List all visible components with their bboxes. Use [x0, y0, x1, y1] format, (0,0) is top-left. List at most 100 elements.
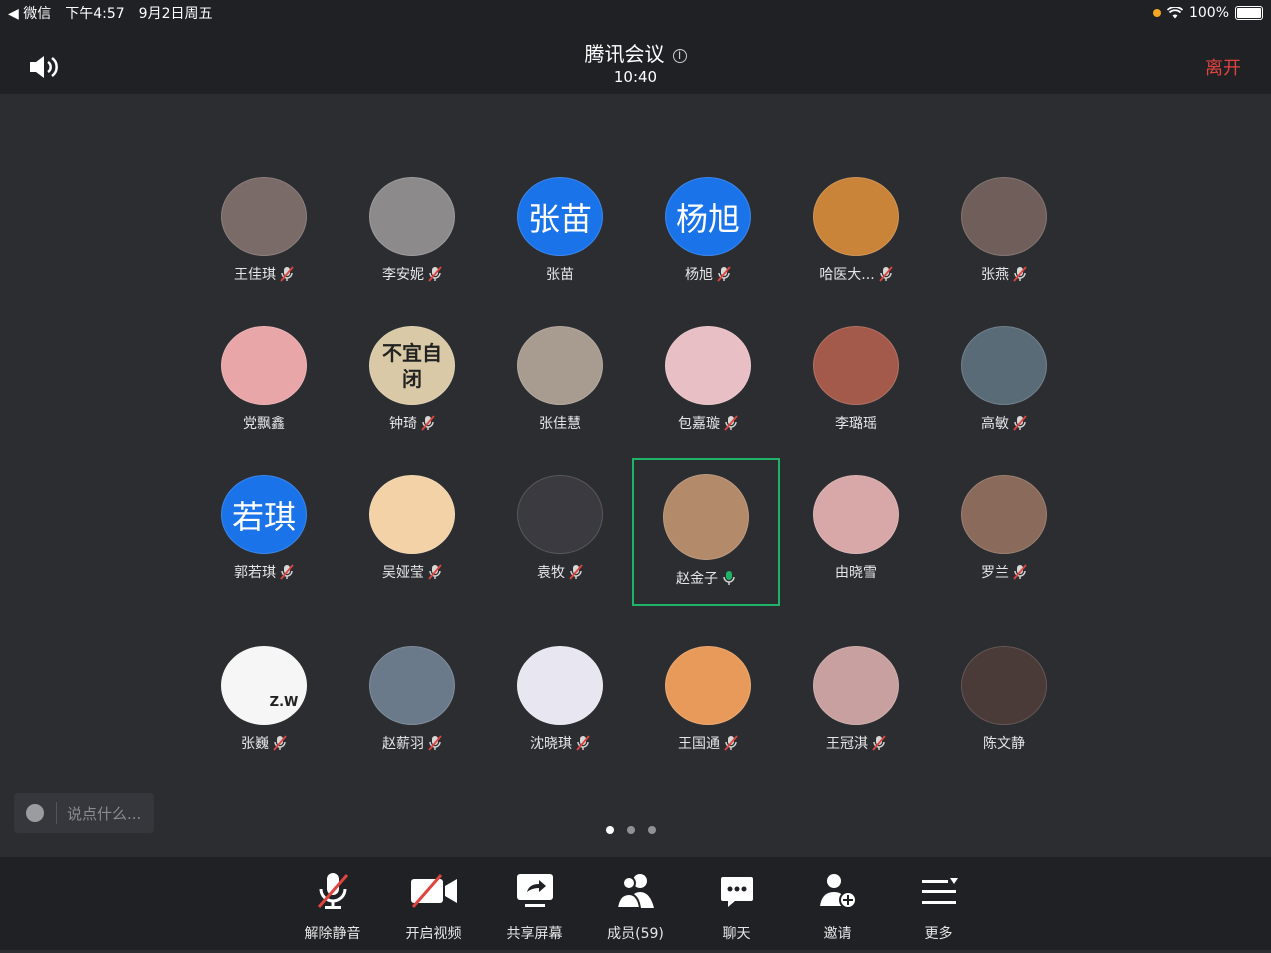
participant-tile[interactable]: 包嘉璇	[634, 317, 782, 433]
share-screen-button[interactable]: 共享屏幕	[505, 857, 565, 950]
mic-muted-icon	[576, 735, 590, 751]
status-time: 下午4:57	[65, 6, 125, 22]
avatar[interactable]	[813, 177, 899, 256]
avatar-initials: 若琪	[231, 497, 296, 536]
chat-input[interactable]: 说点什么...	[14, 793, 154, 833]
participant-name: 李璐瑶	[835, 413, 877, 433]
avatar[interactable]	[221, 326, 307, 405]
meeting-title[interactable]: 腾讯会议 i	[0, 38, 1271, 67]
participant-name: 张苗	[546, 264, 574, 284]
participant-name: 钟琦	[389, 413, 435, 433]
invite-label: 邀请	[823, 926, 852, 942]
avatar[interactable]: 杨旭	[665, 177, 751, 256]
page-dot-2[interactable]	[627, 826, 635, 834]
page-dot-3[interactable]	[648, 826, 656, 834]
participant-name: 王国通	[678, 733, 738, 753]
mic-off-icon	[315, 871, 351, 911]
leave-button[interactable]: 离开	[1205, 54, 1241, 80]
participant-tile[interactable]: 杨旭 杨旭	[634, 168, 782, 284]
participant-tile[interactable]: 党飘鑫	[190, 317, 338, 433]
avatar[interactable]	[369, 475, 455, 554]
participant-name-text: 高敏	[981, 416, 1009, 432]
participant-name: 王佳琪	[234, 264, 294, 284]
participant-name-text: 王冠淇	[826, 736, 868, 752]
participant-name: 郭若琪	[234, 562, 294, 582]
avatar[interactable]	[961, 646, 1047, 725]
participant-tile[interactable]: 袁牧	[486, 466, 634, 582]
invite-button[interactable]: 邀请	[808, 857, 868, 950]
participant-name-text: 钟琦	[389, 416, 417, 432]
participant-name-text: 王佳琪	[234, 267, 276, 283]
avatar[interactable]	[665, 646, 751, 725]
chat-placeholder: 说点什么...	[67, 804, 142, 823]
avatar[interactable]	[961, 475, 1047, 554]
avatar[interactable]	[665, 326, 751, 405]
participant-tile[interactable]: 不宜自闭钟琦	[338, 317, 486, 433]
avatar[interactable]	[663, 474, 749, 560]
mic-muted-icon	[724, 735, 738, 751]
participant-name: 王冠淇	[826, 733, 886, 753]
participant-tile[interactable]: 罗兰	[930, 466, 1078, 582]
participant-tile[interactable]: 赵薪羽	[338, 637, 486, 753]
members-button[interactable]: 成员(59)	[606, 857, 666, 950]
share-screen-label: 共享屏幕	[506, 926, 563, 942]
participant-name-text: 张佳慧	[539, 416, 581, 432]
meeting-timer: 10:40	[613, 68, 658, 86]
more-button[interactable]: 更多	[909, 857, 969, 950]
participant-name-text: 哈医大...	[819, 267, 875, 283]
more-label: 更多	[924, 926, 953, 942]
participant-tile[interactable]: 王冠淇	[782, 637, 930, 753]
avatar[interactable]: 若琪	[221, 475, 307, 554]
participant-tile[interactable]: Z.W 张巍	[190, 637, 338, 753]
avatar[interactable]	[517, 646, 603, 725]
avatar[interactable]	[813, 326, 899, 405]
avatar[interactable]	[961, 326, 1047, 405]
avatar[interactable]	[221, 177, 307, 256]
page-indicator[interactable]	[606, 826, 656, 834]
chat-button[interactable]: 聊天	[707, 857, 767, 950]
mic-muted-icon	[428, 564, 442, 580]
participant-tile[interactable]: 陈文静	[930, 637, 1078, 753]
participant-tile[interactable]: 王佳琪	[190, 168, 338, 284]
participant-name: 高敏	[981, 413, 1027, 433]
participant-tile[interactable]: 张苗 张苗	[486, 168, 634, 284]
info-icon[interactable]: i	[672, 48, 687, 63]
chat-label: 聊天	[722, 926, 751, 942]
participant-tile[interactable]: 吴娅莹	[338, 466, 486, 582]
participant-grid: 王佳琪 李安妮 张苗 张苗 杨旭 杨旭 哈医大... 张燕 党飘鑫 不宜自闭 钟琦 张佳慧 包嘉璇 李璐瑶…	[190, 168, 1080, 753]
avatar[interactable]	[369, 646, 455, 725]
participant-tile[interactable]: 若琪 郭若琪	[190, 466, 338, 582]
start-video-button[interactable]: 开启视频	[404, 857, 464, 950]
emoji-icon[interactable]	[26, 804, 44, 822]
avatar[interactable]: 不宜自闭	[369, 326, 455, 405]
participant-name: 吴娅莹	[382, 562, 442, 582]
mic-muted-icon	[280, 564, 294, 580]
page-dot-1[interactable]	[606, 826, 614, 834]
avatar[interactable]: Z.W	[221, 646, 307, 725]
participant-tile[interactable]: 沈晓琪	[486, 637, 634, 753]
mic-muted-icon	[273, 735, 287, 751]
participant-tile[interactable]: 李璐瑶	[782, 317, 930, 433]
unmute-button[interactable]: 解除静音	[303, 857, 363, 950]
mic-in-use-indicator	[1152, 9, 1161, 17]
participant-tile[interactable]: 赵金子	[632, 458, 780, 606]
avatar[interactable]	[369, 177, 455, 256]
participant-tile[interactable]: 李安妮	[338, 168, 486, 284]
participant-tile[interactable]: 张佳慧	[486, 317, 634, 433]
avatar[interactable]	[961, 177, 1047, 256]
participant-tile[interactable]: 王国通	[634, 637, 782, 753]
mic-muted-icon	[569, 564, 583, 580]
back-to-app[interactable]: ◀ 微信	[8, 3, 51, 23]
participant-name: 赵薪羽	[382, 733, 442, 753]
participant-tile[interactable]: 高敏	[930, 317, 1078, 433]
avatar[interactable]	[517, 475, 603, 554]
avatar[interactable]: 张苗	[517, 177, 603, 256]
participant-name-text: 杨旭	[685, 267, 713, 283]
avatar[interactable]	[813, 646, 899, 725]
avatar[interactable]	[517, 326, 603, 405]
participant-tile[interactable]: 由晓雪	[782, 466, 930, 582]
participant-tile[interactable]: 哈医大...	[782, 168, 930, 284]
participant-tile[interactable]: 张燕	[930, 168, 1078, 284]
members-label: 成员(59)	[607, 926, 664, 942]
avatar[interactable]	[813, 475, 899, 554]
